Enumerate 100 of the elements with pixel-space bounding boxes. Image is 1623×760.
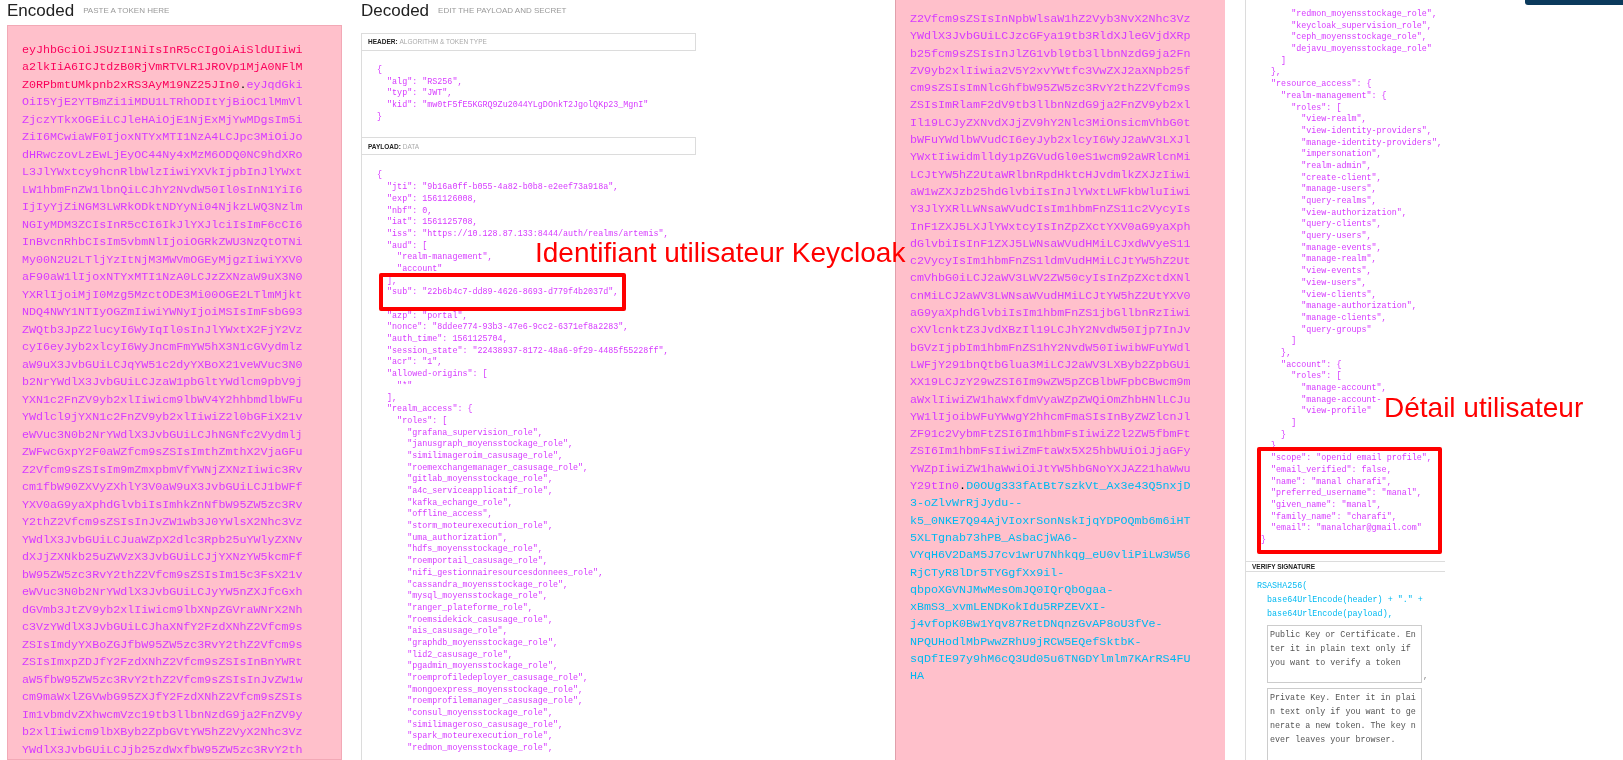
token-line: InF1ZXJ5LXJlYWxtcyIsInZpZXctYXV0aG9yaXph xyxy=(910,218,1191,236)
code-line: "manage-identity-providers", xyxy=(1300,137,1442,149)
token-line: YXN1c2FnZV9yb2xlIiwicm9lbWV4Y2hhbmdlbWFu xyxy=(22,391,303,409)
token-line: InBvcnRhbCIsIm5vbmNlIjoiOGRkZWU3NzQtOTNi xyxy=(22,234,303,251)
token-line: Y3JlYXRlLWNsaWVudCIsIm1hbmFnZS11c2VycyIs xyxy=(910,201,1191,219)
code-line: "given_name": "manal", xyxy=(1270,499,1382,512)
token-line: b2xlIiwicm9lbXByb2ZpbGVtYW5hZ2VyX2Nhc3Vz xyxy=(22,724,303,741)
code-line: "offline_access", xyxy=(406,509,493,521)
annotation-label: Détail utilisateur xyxy=(1384,397,1584,419)
token-line: YWdlX3JvbGUiLCJzcGFya19tb3RldXJleGVjdXRp xyxy=(910,28,1191,46)
token-line: sqDfIE97y9hM6cQ3Ud05u6TNGDYlmlm7KArRS4FU xyxy=(910,651,1191,668)
code-line: "similimageroim_casusage_role", xyxy=(406,450,563,463)
token-line: HA xyxy=(910,668,925,686)
code-line: "gitlab_moyensstockage_role", xyxy=(406,474,553,486)
token-line: LW1hbmFnZW1lbnQiLCJhY2NvdW50Il0sInN1YiI6 xyxy=(22,181,303,199)
token-line: k5_0NKE7Q94AjVIoxrSonNskIjqYDPOQmb6m6iHT xyxy=(910,512,1191,530)
token-line: cyI6eyJyb2xlcyI6WyJncmFmYW5hX3N1cGVydmlz xyxy=(22,339,303,356)
code-line: }, xyxy=(1270,67,1282,79)
code-line: "manage-account", xyxy=(1300,383,1387,395)
code-line: "query-clients", xyxy=(1300,219,1382,231)
token-line: RjCTyR8lDr5TYGgfXx9il- xyxy=(910,564,1065,582)
token-line: NDQ4NWY1NTIyOGZmIiwiYWNyIjoiMSIsImFsbG93 xyxy=(22,304,303,321)
token-line: YXRlIjoiMjI0Mzg5MzctODE3Mi00OGE2LTlmMjkt xyxy=(22,286,303,304)
code-line: "account": { xyxy=(1280,359,1342,371)
token-line: YXV0aG9yaXphdGlvbiIsImhkZnNfbW95ZW5zc3Rv xyxy=(22,496,303,514)
code-line: ] xyxy=(1280,55,1287,68)
token-line: YWZpIiwiZW1haWwiOiJtYW5hbGNoYXJAZ21haWwu xyxy=(910,460,1191,478)
code-line: RSASHA256( xyxy=(1257,580,1308,594)
code-line: "iss": "https://10.128.87.133:8444/auth/realms/artemis", xyxy=(386,228,669,241)
code-line: "*" xyxy=(396,380,413,393)
code-line: "view-authorization", xyxy=(1300,207,1407,219)
code-line: "roles": [ xyxy=(1290,102,1342,114)
code-line: "acr": "1", xyxy=(386,357,443,369)
code-line: "view-realm", xyxy=(1300,114,1367,126)
code-line: } xyxy=(1261,534,1267,547)
code-line: "ceph_moyensstockage_role", xyxy=(1290,32,1427,44)
token-line: My00N2U2LTljYzItNjM3MWVmOGEyMjgzIiwiYXV0 xyxy=(22,251,303,269)
code-line: "similimageroso_casusage_role", xyxy=(406,719,563,731)
token-line: b2NrYWdlX3JvbGUiLCJzaW1pbGltYWdlcm9pbV9j xyxy=(22,374,303,391)
token-line: cnMiLCJ2aWV3LWNsaWVudHMiLCJtYW5hZ2UtYXV0 xyxy=(910,287,1191,305)
public-key-field[interactable]: Public Key or Certificate. Enter it in plain text only if you want to verify a token xyxy=(1267,625,1422,684)
code-line: "preferred_username": "manal", xyxy=(1270,488,1422,500)
code-line: "uma_authorization", xyxy=(406,532,508,544)
token-line: aF90aW1lIjoxNTYxMTI1NzA0LCJzZXNzaW9uX3N0 xyxy=(22,269,303,286)
code-line: base64UrlEncode(payload), xyxy=(1266,608,1393,622)
token-line: aWxlIiwiZW1haWxfdmVyaWZpZWQiOmZhbHNlLCJu xyxy=(910,391,1191,409)
code-line: "iat": 1561125708, xyxy=(386,217,478,229)
code-line: } xyxy=(377,111,383,124)
code-line: base64UrlEncode(header) + "." + xyxy=(1266,594,1423,608)
code-line: "query-groups" xyxy=(1300,324,1372,337)
code-line: ] xyxy=(1290,336,1297,348)
code-line: "roles": [ xyxy=(396,415,448,428)
code-line: "consul_moyensstockage_role", xyxy=(406,708,553,720)
token-line: cm1fbW90ZXVyZXhlY3V0aW9uX3JvbGUiLCJ1bWFf xyxy=(22,479,303,496)
code-line: { xyxy=(377,170,383,183)
token-line: cmVhbG0iLCJ2aWV3LWV2ZW50cyIsInZpZXctdXNl xyxy=(910,270,1191,288)
code-line: "email": "manalchar@gmail.com" xyxy=(1270,523,1422,535)
code-line: "manage-authorization", xyxy=(1300,301,1417,313)
token-line: xBmS3_xvmLENDKokIdu5RPZEVXI- xyxy=(910,599,1107,617)
section-hint: EDIT THE PAYLOAD AND SECRET xyxy=(438,5,567,17)
token-line: L3JlYWxtcy9hcnRlbWlzIiwiYXVkIjpbInJlYWxt xyxy=(22,164,303,181)
code-line: "nonce": "8ddee774-93b3-47e6-9cc2-6371ef8a2283", xyxy=(386,322,629,334)
code-line: "name": "manal charafi", xyxy=(1270,476,1392,488)
code-line: "alg": "RS256", xyxy=(386,76,463,88)
code-line: , xyxy=(1423,670,1429,684)
token-line: ZV9yb2xlIiwia2V5Y2xvYWtfc3VwZXJ2aXNpb25f xyxy=(910,62,1191,80)
token-line: 5XLTgnab73hPB_AsbaCjWA6- xyxy=(910,529,1079,547)
code-line: "manage-events", xyxy=(1300,242,1382,254)
token-line: bW95ZW5zc3RvY2thZ2Vfcm9sZSIsIm15c3FsX21v xyxy=(22,566,303,584)
code-line: "query-realms", xyxy=(1300,196,1377,208)
code-line: { xyxy=(377,65,383,77)
code-line: "resource_access": { xyxy=(1270,79,1372,91)
code-line: "hdfs_moyensstockage_role", xyxy=(406,544,543,556)
code-line: "dejavu_moyensstockage_role" xyxy=(1290,44,1432,56)
token-line: Y2thZ2Vfcm9sZSIsInJvZW1wb3J0YWlsX2Nhc3Vz xyxy=(22,514,303,531)
code-line: "session_state": "22438937-8172-48a6-9f29-4485f55228ff", xyxy=(386,345,669,357)
code-line: } xyxy=(1280,429,1287,442)
code-line: "view-identity-providers", xyxy=(1300,125,1432,138)
token-line: dGlvbiIsInF1ZXJ5LWNsaWVudHMiLCJxdWVyeS11 xyxy=(910,235,1191,253)
code-line: "janusgraph_moyensstockage_role", xyxy=(406,439,573,451)
token-line: ZSIsImdyYXBoZGJfbW95ZW5zc3RvY2thZ2Vfcm9s xyxy=(22,636,303,654)
token-line: YWdlX3JvbGUiLCJjb25zdWxfbW95ZW5zc3RvY2th xyxy=(22,741,303,759)
code-line: "scope": "openid email profile", xyxy=(1270,453,1432,465)
code-line: "kafka_echange_role", xyxy=(406,497,513,509)
code-line: "account" xyxy=(396,263,443,276)
token-line: ZSI6Im1hbmFsIiwiZmFtaWx5X25hbWUiOiJjaGFy xyxy=(910,443,1191,461)
token-line: OiI5YjE2YTBmZi1iMDU1LTRhODItYjBiOC1lMmVl xyxy=(22,94,303,111)
code-line: "view-clients", xyxy=(1300,289,1377,301)
code-line: "a4c_serviceapplicatif_role", xyxy=(406,486,553,498)
private-key-field[interactable]: Private Key. Enter it in plain text only if you want to generate a new token. The key never leaves your browser. xyxy=(1267,688,1422,760)
token-line: dHRwczovLzEwLjEyOC44Ny4xMzM6ODQ0NC9hdXRo xyxy=(22,146,303,164)
token-panel[interactable] xyxy=(7,24,342,760)
token-line: aW1wZXJzb25hdGlvbiIsInJlYWxtLWFkbWluIiwi xyxy=(910,183,1191,201)
token-line: VYqH6V2DaM5J7cv1wrU7Nhkqg_eU0vliPiLw3W56 xyxy=(910,547,1191,565)
code-line: ], xyxy=(386,392,398,404)
token-line: aW9uX3JvbGUiLCJqYW51c2dyYXBoX21veWVuc3N0 xyxy=(22,356,303,374)
token-line: YWdlX3JvbGUiLCJuaWZpX2dlc3Rpb25uYWlyZXNv xyxy=(22,531,303,549)
code-line: "mongoexpress_moyensstockage_role", xyxy=(406,684,584,696)
code-line: "exp": 1561126008, xyxy=(386,193,478,206)
token-line: bWFuYWdlbWVudCI6eyJyb2xlcyI6WyJ2aWV3LXJl xyxy=(910,132,1191,150)
